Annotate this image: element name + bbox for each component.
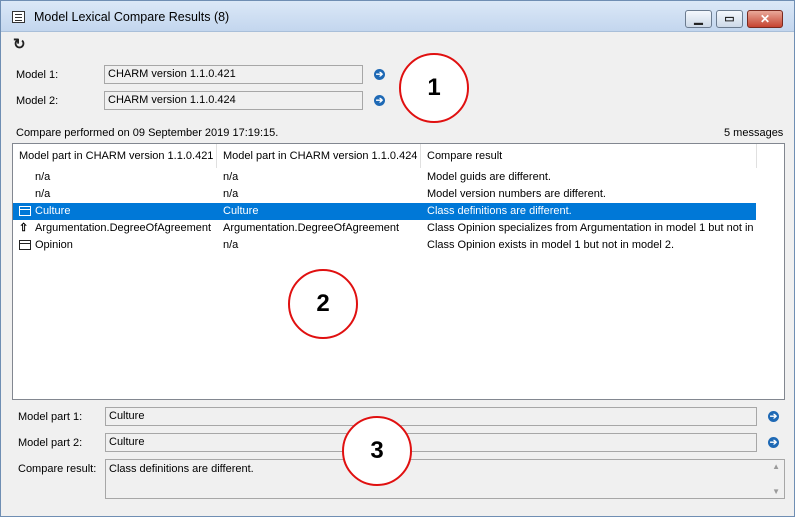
row-result: Class Opinion exists in model 1 but not … xyxy=(427,239,675,251)
row-part2: n/a xyxy=(223,188,239,200)
close-icon: ✕ xyxy=(759,12,771,26)
model2-field: CHARM version 1.1.0.424 xyxy=(104,91,363,110)
scroll-up-icon[interactable]: ▲ xyxy=(772,462,780,471)
compare-status-text: Compare performed on 09 September 2019 1… xyxy=(16,127,279,139)
row-part1: Argumentation.DegreeOfAgreement xyxy=(35,222,212,234)
model-part2-field: Culture xyxy=(105,433,757,452)
column-header-result[interactable]: Compare result xyxy=(421,144,757,168)
table-row[interactable]: n/a n/a Model guids are different. xyxy=(13,169,756,186)
row-part1: Culture xyxy=(35,205,71,217)
model-part1-navigate-icon[interactable]: ➔ xyxy=(768,411,779,422)
results-list[interactable]: Model part in CHARM version 1.1.0.421 Mo… xyxy=(12,143,785,400)
annotation-circle-3: 3 xyxy=(342,416,412,486)
table-row[interactable]: ⇧ Argumentation.DegreeOfAgreement Argume… xyxy=(13,220,757,237)
row-part2: n/a xyxy=(223,171,239,183)
table-row-selected[interactable]: Culture Culture Class definitions are di… xyxy=(13,203,756,220)
column-header-part1[interactable]: Model part in CHARM version 1.1.0.421 xyxy=(13,144,217,168)
message-count: 5 messages xyxy=(724,127,784,139)
minimize-icon: ▁ xyxy=(694,13,703,25)
model2-navigate-icon[interactable]: ➔ xyxy=(374,95,385,106)
maximize-icon: ▭ xyxy=(724,13,735,25)
generalization-icon: ⇧ xyxy=(19,222,29,234)
row-part2: Argumentation.DegreeOfAgreement xyxy=(223,222,400,234)
scroll-down-icon[interactable]: ▼ xyxy=(772,487,780,496)
model1-navigate-icon[interactable]: ➔ xyxy=(374,69,385,80)
annotation-circle-2: 2 xyxy=(288,269,358,339)
class-icon xyxy=(19,206,31,216)
row-result: Model version numbers are different. xyxy=(427,188,606,200)
compare-results-window: Model Lexical Compare Results (8) ▁ ▭ ✕ … xyxy=(0,0,795,517)
model-part2-label: Model part 2: xyxy=(18,437,83,449)
model-part1-label: Model part 1: xyxy=(18,411,83,423)
model1-label: Model 1: xyxy=(16,69,59,81)
table-row[interactable]: Opinion n/a Class Opinion exists in mode… xyxy=(13,237,756,254)
annotation-circle-1: 1 xyxy=(399,53,469,123)
compare-result-label: Compare result: xyxy=(18,463,97,475)
refresh-icon[interactable]: ↻ xyxy=(13,37,26,52)
window-title: Model Lexical Compare Results (8) xyxy=(34,10,230,24)
compare-result-text[interactable]: Class definitions are different. ▲ ▼ xyxy=(105,459,785,499)
window-icon xyxy=(12,11,25,23)
title-bar[interactable]: Model Lexical Compare Results (8) ▁ ▭ ✕ xyxy=(1,1,794,32)
row-result: Model guids are different. xyxy=(427,171,551,183)
maximize-button[interactable]: ▭ xyxy=(716,10,743,28)
row-part1: n/a xyxy=(35,188,51,200)
model2-label: Model 2: xyxy=(16,95,59,107)
row-part2: Culture xyxy=(223,205,259,217)
compare-result-value: Class definitions are different. xyxy=(109,463,254,475)
row-part2: n/a xyxy=(223,239,239,251)
row-part1: Opinion xyxy=(35,239,73,251)
close-button[interactable]: ✕ xyxy=(747,10,783,28)
class-icon xyxy=(19,240,31,250)
table-row[interactable]: n/a n/a Model version numbers are differ… xyxy=(13,186,756,203)
row-part1: n/a xyxy=(35,171,51,183)
minimize-button[interactable]: ▁ xyxy=(685,10,712,28)
column-header-part2[interactable]: Model part in CHARM version 1.1.0.424 xyxy=(217,144,421,168)
model-part1-field: Culture xyxy=(105,407,757,426)
row-result: Class Opinion specializes from Argumenta… xyxy=(427,222,757,234)
model-part2-navigate-icon[interactable]: ➔ xyxy=(768,437,779,448)
model1-field: CHARM version 1.1.0.421 xyxy=(104,65,363,84)
row-result: Class definitions are different. xyxy=(427,205,572,217)
